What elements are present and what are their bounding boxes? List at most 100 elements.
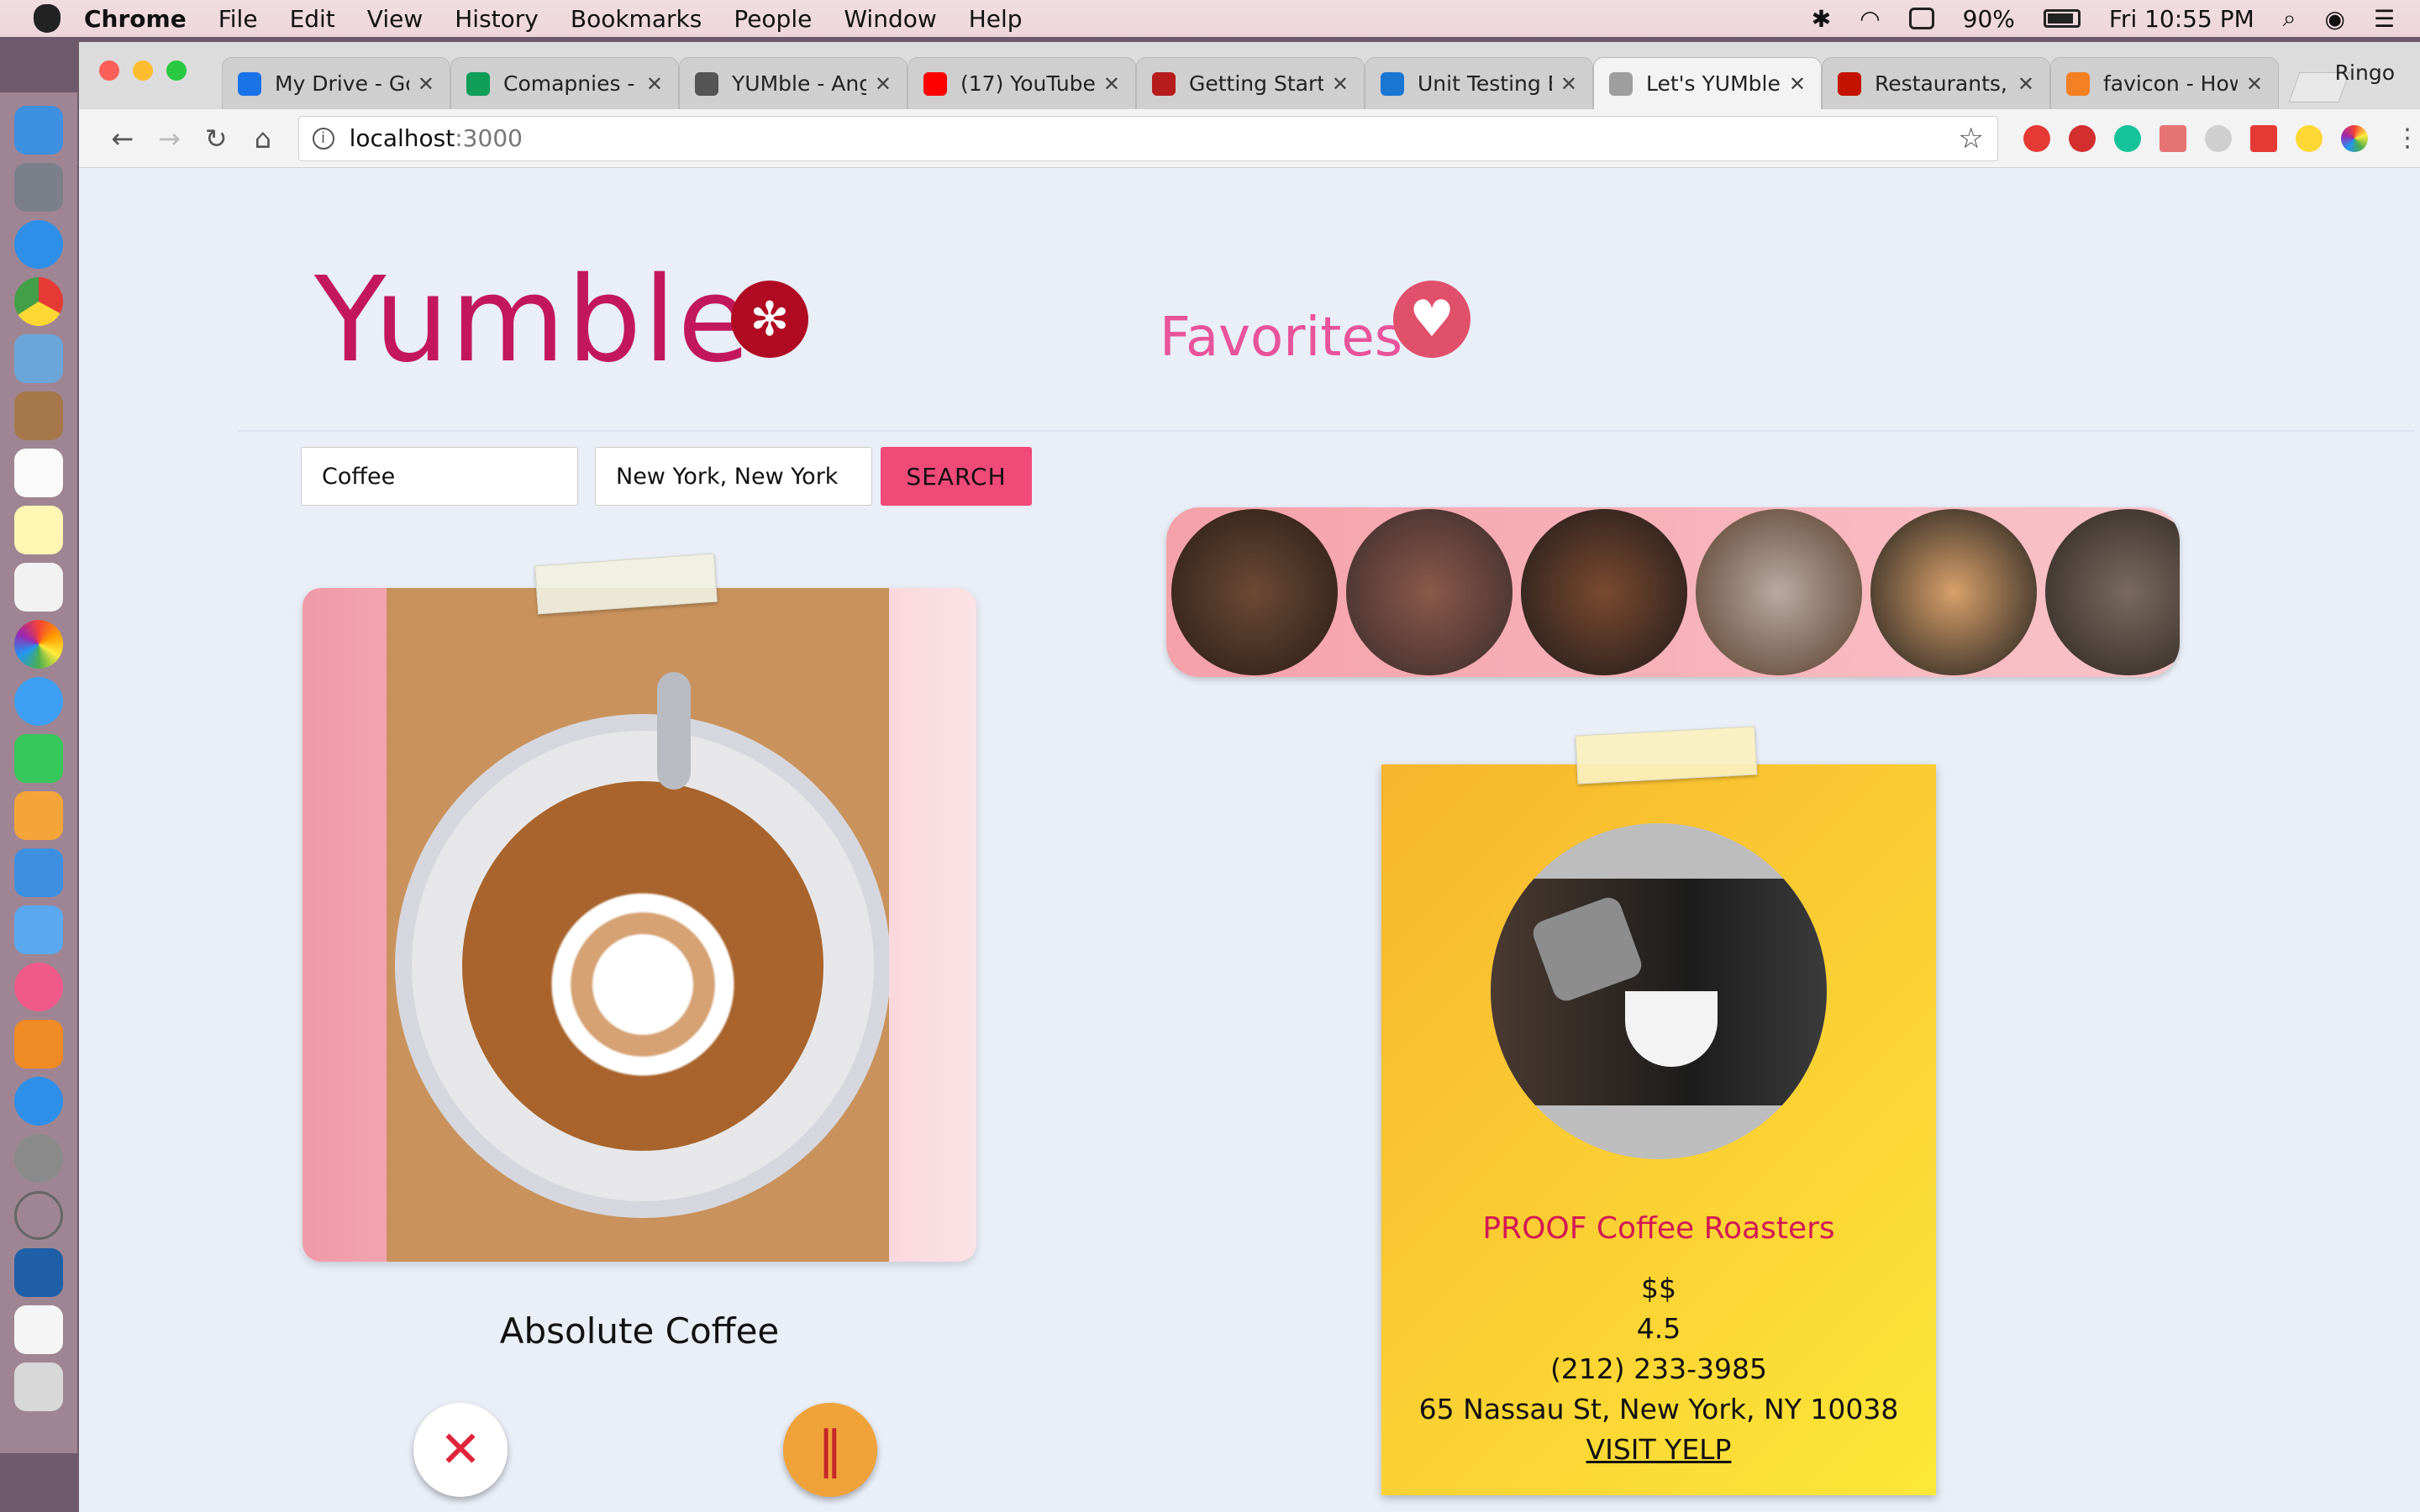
- extension-icon[interactable]: [2159, 124, 2186, 152]
- favorite-thumbnail[interactable]: [1521, 509, 1687, 675]
- menu-window[interactable]: Window: [844, 5, 936, 33]
- tab-restaurants[interactable]: Restaurants, D ✕: [1822, 57, 2050, 109]
- home-icon[interactable]: ⌂: [239, 123, 287, 155]
- vscode-icon[interactable]: [14, 1248, 63, 1297]
- tab-favicon[interactable]: favicon - How ✕: [2050, 57, 2279, 109]
- favorite-thumbnail[interactable]: [2045, 509, 2180, 675]
- extension-icon[interactable]: [2204, 124, 2232, 152]
- close-tab-icon[interactable]: ✕: [1332, 72, 1349, 96]
- spotlight-search-icon[interactable]: ⌕: [2283, 4, 2296, 33]
- contacts-icon[interactable]: [14, 391, 63, 440]
- messages-icon[interactable]: [14, 677, 63, 726]
- app-store-icon[interactable]: [14, 1077, 63, 1126]
- back-icon[interactable]: ←: [99, 123, 146, 155]
- close-tab-icon[interactable]: ✕: [875, 72, 892, 96]
- tab-lets-yumble[interactable]: Let's YUMble! ✕: [1593, 57, 1822, 109]
- airplay-icon[interactable]: [1908, 8, 1934, 29]
- cors-icon[interactable]: [2249, 124, 2277, 152]
- location-input[interactable]: New York, New York: [595, 447, 872, 506]
- system-preferences-icon[interactable]: [14, 1134, 63, 1183]
- bluetooth-icon[interactable]: ✱: [1812, 5, 1831, 33]
- finder-icon[interactable]: [14, 106, 63, 155]
- dock: [0, 92, 77, 1453]
- yelp-icon: ✻: [731, 281, 808, 358]
- visit-yelp-link[interactable]: VISIT YELP: [1381, 1433, 1936, 1466]
- safari-icon[interactable]: [14, 220, 63, 269]
- opera-ext-icon[interactable]: [2023, 124, 2050, 152]
- favorite-thumbnail[interactable]: [1870, 509, 2037, 675]
- favorite-thumbnail[interactable]: [1346, 509, 1512, 675]
- heart-icon[interactable]: ♥: [1393, 281, 1470, 358]
- reload-icon[interactable]: ↻: [192, 123, 239, 155]
- launchpad-icon[interactable]: [14, 163, 63, 212]
- tab-label: Unit Testing E: [1418, 71, 1552, 96]
- facetime-icon[interactable]: [14, 734, 63, 783]
- close-tab-icon[interactable]: ✕: [418, 72, 434, 96]
- profile-name[interactable]: Ringo: [2335, 60, 2395, 85]
- close-tab-icon[interactable]: ✕: [1560, 72, 1577, 96]
- close-tab-icon[interactable]: ✕: [1789, 72, 1806, 96]
- menu-file[interactable]: File: [218, 5, 258, 33]
- nope-button[interactable]: ✕: [413, 1403, 508, 1497]
- reminders-icon[interactable]: [14, 563, 63, 612]
- mail-icon[interactable]: [14, 334, 63, 383]
- color-picker-icon[interactable]: [2340, 124, 2368, 152]
- close-tab-icon[interactable]: ✕: [2246, 72, 2263, 96]
- tab-companies[interactable]: Comapnies - G ✕: [450, 57, 679, 109]
- tab-unit-testing[interactable]: Unit Testing E ✕: [1365, 57, 1593, 109]
- close-window-button[interactable]: [99, 60, 119, 81]
- document-icon[interactable]: [14, 1305, 63, 1354]
- favorite-thumbnail[interactable]: [1171, 509, 1338, 675]
- chrome-menu-icon[interactable]: ⋮: [2395, 123, 2420, 153]
- tab-getting-started[interactable]: Getting Starte ✕: [1136, 57, 1365, 109]
- pages-icon[interactable]: [14, 791, 63, 840]
- tab-youtube[interactable]: (17) YouTube ✕: [908, 57, 1136, 109]
- trash-icon[interactable]: [14, 1362, 63, 1411]
- favorites-label[interactable]: Favorites: [1160, 307, 1402, 369]
- calendar-icon[interactable]: [14, 449, 63, 497]
- grammarly-icon[interactable]: [2113, 124, 2141, 152]
- apple-menu-icon[interactable]: [34, 4, 60, 33]
- restaurant-card[interactable]: [302, 588, 976, 1262]
- address-bar[interactable]: i localhost:3000 ☆: [297, 115, 1998, 161]
- tab-yumble-angular[interactable]: YUMble - Ang ✕: [679, 57, 908, 109]
- help-icon[interactable]: [14, 1191, 63, 1240]
- notes-icon[interactable]: [14, 506, 63, 554]
- chrome-icon[interactable]: [14, 277, 63, 326]
- site-info-icon[interactable]: i: [312, 127, 334, 150]
- itunes-icon[interactable]: [14, 963, 63, 1011]
- wifi-icon[interactable]: ◠: [1860, 5, 1880, 33]
- menu-edit[interactable]: Edit: [290, 5, 335, 33]
- menu-history[interactable]: History: [455, 5, 539, 33]
- yum-button[interactable]: ‖: [783, 1403, 877, 1497]
- ibooks-icon[interactable]: [14, 1020, 63, 1068]
- minimize-window-button[interactable]: [133, 60, 153, 81]
- favorite-phone: (212) 233-3985: [1549, 1352, 1768, 1385]
- restaurant-photo: [387, 588, 889, 1262]
- close-tab-icon[interactable]: ✕: [1103, 72, 1120, 96]
- menu-people[interactable]: People: [734, 5, 812, 33]
- battery-icon[interactable]: [2043, 9, 2081, 28]
- keynote-icon[interactable]: [14, 906, 63, 954]
- clock[interactable]: Fri 10:55 PM: [2109, 5, 2254, 33]
- tab-my-drive[interactable]: My Drive - Goo ✕: [222, 57, 450, 109]
- notification-center-icon[interactable]: ☰: [2374, 5, 2395, 33]
- tab-strip: My Drive - Goo ✕ Comapnies - G ✕ YUMble …: [79, 42, 2420, 109]
- forward-icon[interactable]: →: [146, 123, 193, 155]
- menu-bookmarks[interactable]: Bookmarks: [571, 5, 702, 33]
- zoom-window-button[interactable]: [166, 60, 187, 81]
- menu-help[interactable]: Help: [969, 5, 1023, 33]
- bookmark-star-icon[interactable]: ☆: [1958, 122, 1983, 155]
- search-term-input[interactable]: Coffee: [301, 447, 578, 506]
- menu-app-name[interactable]: Chrome: [84, 5, 187, 33]
- close-tab-icon[interactable]: ✕: [2018, 72, 2034, 96]
- siri-icon[interactable]: ◉: [2324, 5, 2344, 33]
- adblock-plus-icon[interactable]: [2068, 124, 2096, 152]
- menu-view[interactable]: View: [367, 5, 423, 33]
- close-tab-icon[interactable]: ✕: [646, 72, 663, 96]
- search-button[interactable]: SEARCH: [881, 447, 1032, 506]
- extension-icon[interactable]: [2295, 124, 2323, 152]
- numbers-icon[interactable]: [14, 848, 63, 897]
- favorite-thumbnail[interactable]: [1696, 509, 1862, 675]
- photos-icon[interactable]: [14, 620, 63, 669]
